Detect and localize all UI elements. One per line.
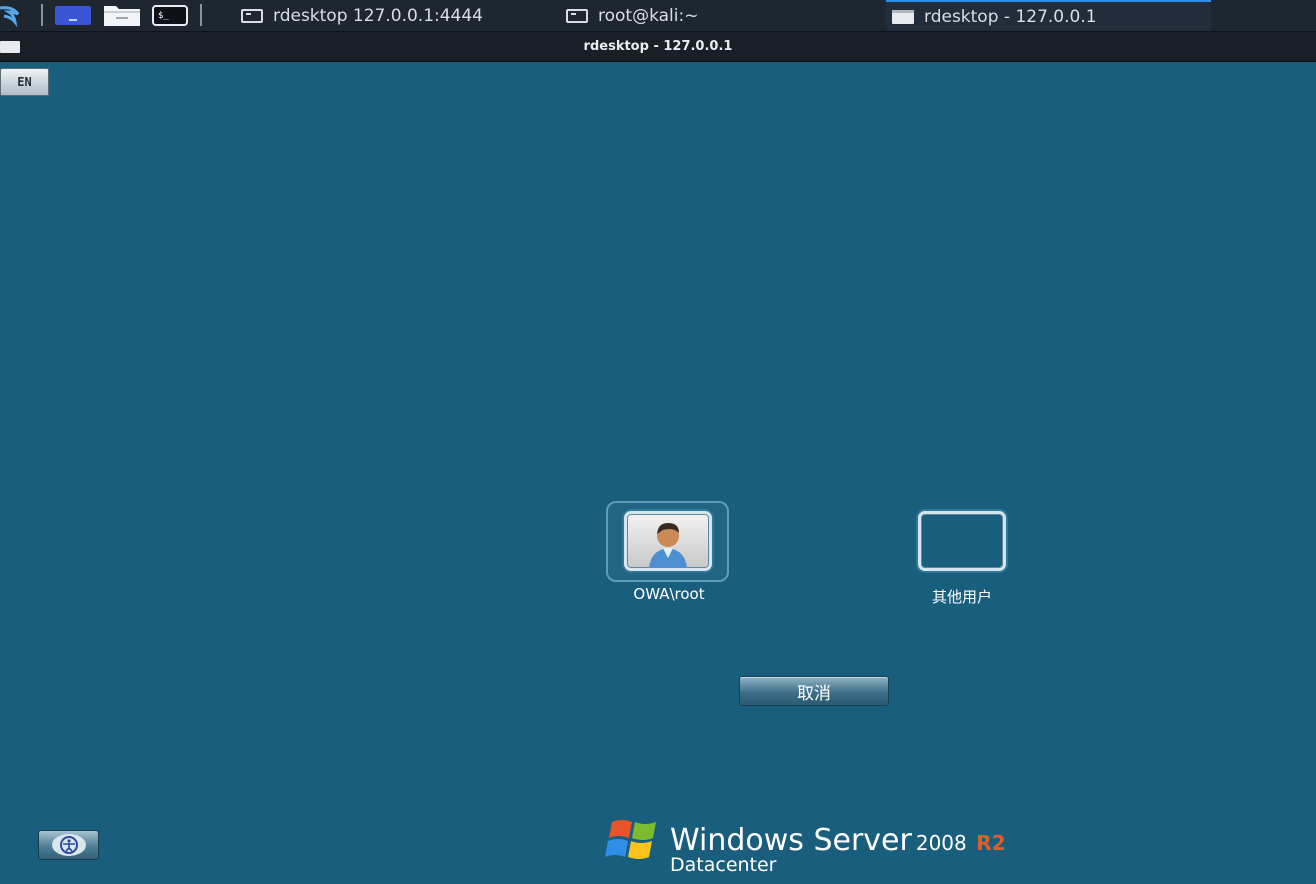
ease-of-access-icon xyxy=(51,834,86,856)
ease-of-access-button[interactable] xyxy=(38,830,99,860)
product-edition: Datacenter xyxy=(670,854,777,876)
user-avatar-icon xyxy=(649,523,687,568)
user-tile-other-user[interactable]: 其他用户 xyxy=(912,510,1012,606)
user-tile-label: 其他用户 xyxy=(931,588,992,606)
task-root-terminal[interactable]: root@kali:~ xyxy=(566,0,866,31)
terminal-icon: $_ xyxy=(152,5,188,26)
keyboard-layout-button[interactable]: EN xyxy=(0,68,49,96)
window-title: rdesktop - 127.0.0.1 xyxy=(583,39,733,54)
product-name: Windows Server 2008 R2 xyxy=(670,823,1006,858)
task-rdesktop-window[interactable]: rdesktop - 127.0.0.1 xyxy=(886,0,1211,31)
task-rdesktop-4444[interactable]: rdesktop 127.0.0.1:4444 xyxy=(241,0,551,31)
cancel-button[interactable]: 取消 xyxy=(739,676,889,706)
taskbar-separator xyxy=(41,4,43,26)
keyboard-layout-label: EN xyxy=(17,75,32,89)
user-tile-label: OWA\root xyxy=(633,585,705,603)
svg-text:$_: $_ xyxy=(158,11,169,21)
folder-icon xyxy=(104,6,140,26)
terminal-launcher[interactable]: $_ xyxy=(152,4,188,26)
windows-flag-logo-icon xyxy=(605,820,656,859)
task-label: root@kali:~ xyxy=(598,5,699,26)
workspace-launcher[interactable] xyxy=(55,4,91,26)
window-icon[interactable] xyxy=(0,41,20,53)
product-version: 2008 xyxy=(915,831,967,855)
taskbar-separator xyxy=(200,4,202,26)
window-titlebar[interactable]: rdesktop - 127.0.0.1 xyxy=(0,32,1316,62)
product-release: R2 xyxy=(976,831,1006,855)
terminal-icon xyxy=(241,8,263,23)
workspace-icon xyxy=(55,6,91,25)
product-label: Windows Server xyxy=(670,823,912,858)
user-picture xyxy=(624,511,712,571)
window-icon xyxy=(892,9,914,24)
kali-menu-icon[interactable] xyxy=(0,2,20,28)
other-user-icon xyxy=(918,511,1006,571)
task-label: rdesktop 127.0.0.1:4444 xyxy=(273,5,484,26)
cancel-label: 取消 xyxy=(797,683,831,704)
windows-server-branding: Windows Server 2008 R2 Datacenter xyxy=(598,816,1038,878)
file-manager-launcher[interactable] xyxy=(104,4,140,26)
task-label: rdesktop - 127.0.0.1 xyxy=(924,6,1097,27)
terminal-icon xyxy=(566,8,588,23)
taskbar: $_ rdesktop 127.0.0.1:4444 root@kali:~ r… xyxy=(0,0,1316,32)
user-tile-owa-root[interactable]: OWA\root xyxy=(606,501,729,603)
